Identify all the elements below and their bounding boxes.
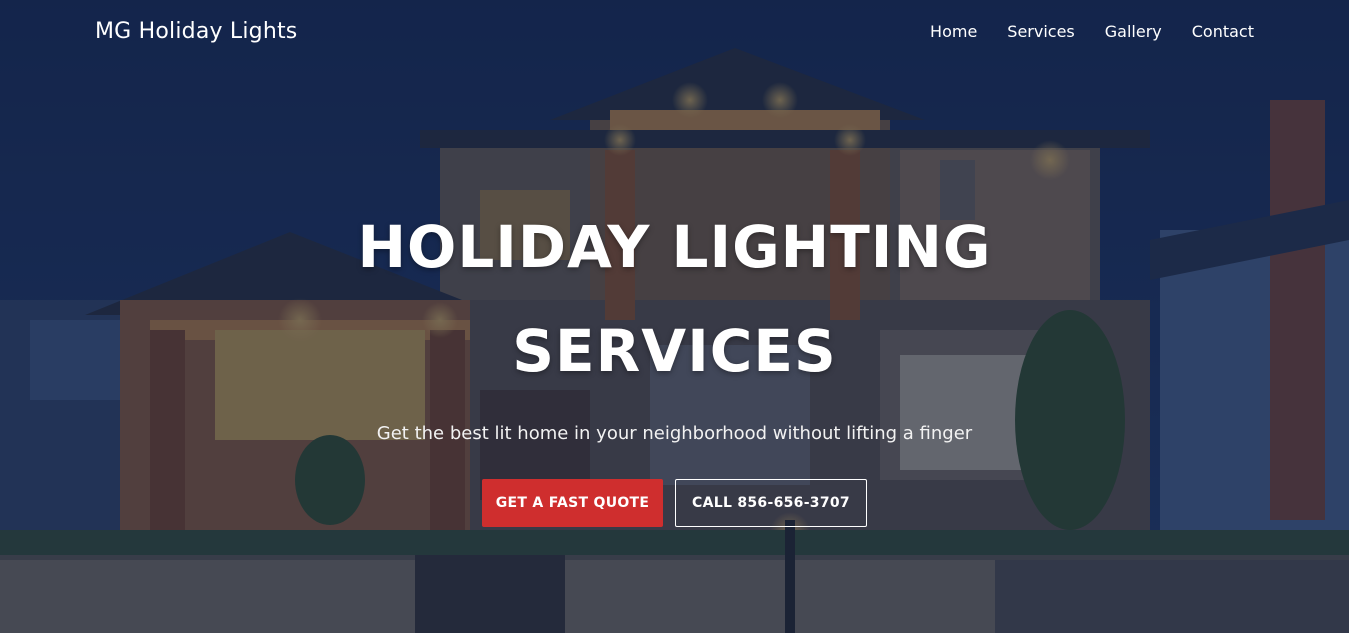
- site-logo[interactable]: MG Holiday Lights: [95, 19, 297, 44]
- nav-services-link[interactable]: Services: [1007, 22, 1074, 41]
- nav-home-link[interactable]: Home: [930, 22, 977, 41]
- hero-title-line2: SERVICES: [512, 317, 837, 385]
- hero-title-line1: HOLIDAY LIGHTING: [357, 213, 992, 281]
- hero-content: HOLIDAY LIGHTING SERVICES Get the best l…: [0, 195, 1349, 527]
- navbar: MG Holiday Lights Home Services Gallery …: [0, 0, 1349, 62]
- main-navigation: Home Services Gallery Contact: [930, 22, 1254, 41]
- nav-contact-link[interactable]: Contact: [1192, 22, 1254, 41]
- hero-subtitle: Get the best lit home in your neighborho…: [376, 423, 973, 444]
- nav-gallery-link[interactable]: Gallery: [1105, 22, 1162, 41]
- cta-buttons: GET A FAST QUOTE CALL 856-656-3707: [0, 479, 1349, 527]
- get-quote-button[interactable]: GET A FAST QUOTE: [482, 479, 663, 527]
- call-button[interactable]: CALL 856-656-3707: [675, 479, 867, 527]
